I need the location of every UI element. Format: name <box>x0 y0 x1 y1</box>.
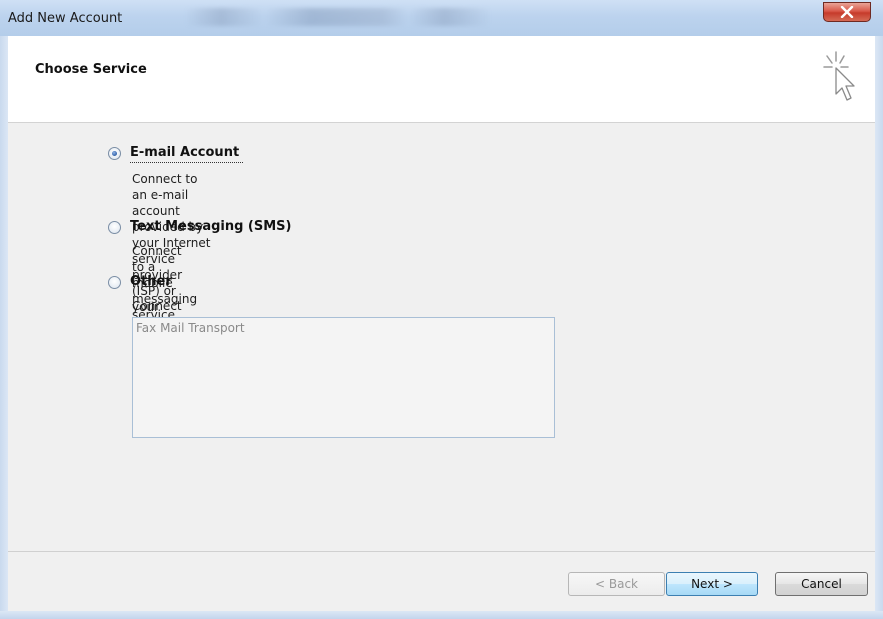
other-label[interactable]: Other <box>130 274 172 289</box>
back-button[interactable]: < Back <box>568 572 665 596</box>
other-radio[interactable] <box>108 276 121 289</box>
text-messaging-radio[interactable] <box>108 221 121 234</box>
wizard-cursor-icon <box>823 51 855 101</box>
server-type-list[interactable]: Fax Mail Transport <box>132 317 555 438</box>
background-blur <box>185 8 545 26</box>
list-item[interactable]: Fax Mail Transport <box>136 321 245 335</box>
email-account-label[interactable]: E-mail Account <box>130 145 239 160</box>
page-title: Choose Service <box>35 62 147 77</box>
next-button[interactable]: Next > <box>666 572 758 596</box>
service-options-panel: E-mail Account Connect to an e-mail acco… <box>8 123 875 551</box>
window-title: Add New Account <box>8 11 123 26</box>
text-messaging-label[interactable]: Text Messaging (SMS) <box>130 219 291 234</box>
dialog-footer: < Back Next > Cancel <box>8 552 875 611</box>
title-bar[interactable]: Add New Account <box>0 0 883 37</box>
frame-left <box>0 36 8 619</box>
close-icon <box>840 6 854 18</box>
focus-indicator <box>130 162 243 163</box>
add-account-dialog: Add New Account Choose Service E-mail Ac… <box>0 0 883 619</box>
frame-right <box>875 36 883 619</box>
dialog-header: Choose Service <box>8 36 875 123</box>
close-button[interactable] <box>823 2 871 22</box>
frame-bottom <box>0 611 883 619</box>
cancel-button[interactable]: Cancel <box>775 572 868 596</box>
email-account-radio[interactable] <box>108 147 121 160</box>
